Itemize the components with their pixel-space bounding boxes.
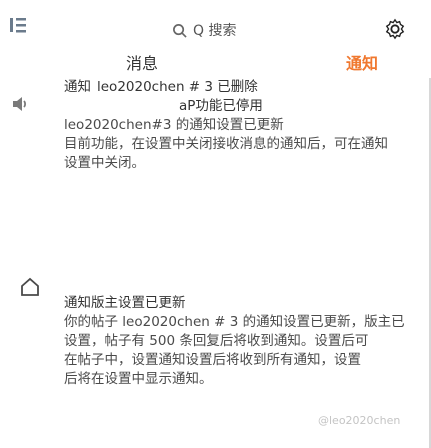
left-sidebar bbox=[0, 0, 58, 448]
search-icon bbox=[173, 23, 187, 38]
home-icon[interactable] bbox=[20, 276, 40, 298]
notice-title-row: 通知 leo2020chen # 3 已删除 bbox=[64, 78, 424, 97]
notice-item[interactable]: 通知版主设置已更新 你的帖子 leo2020chen # 3 的通知设置已更新，… bbox=[64, 294, 424, 389]
menu-icon[interactable] bbox=[8, 15, 28, 35]
tab-mentions[interactable]: 通知 bbox=[346, 50, 378, 74]
notice-tag: 通知 bbox=[64, 79, 91, 95]
search-label: Q 搜索 bbox=[193, 23, 237, 39]
gear-icon[interactable] bbox=[384, 18, 406, 40]
notice-body-line: 设置中关闭。 bbox=[64, 155, 145, 171]
app-window: Q 搜索 消息 通知 通知 leo2020chen # 3 已删除 aP功能已停… bbox=[0, 0, 431, 448]
notice-item[interactable]: 通知 leo2020chen # 3 已删除 aP功能已停用 leo2020ch… bbox=[64, 78, 424, 173]
notice-body-line: 目前功能，在设置中关闭接收消息的通知后，可在通知 bbox=[64, 136, 388, 152]
notice-subtitle: aP功能已停用 bbox=[179, 98, 263, 114]
menu-icon-svg bbox=[10, 18, 26, 33]
watermark: @leo2020chen bbox=[318, 414, 401, 427]
notice-tag: 通知版主设置已更新 bbox=[64, 295, 186, 311]
search-bar[interactable]: Q 搜索 bbox=[172, 20, 236, 40]
notice-body-line: leo2020chen#3 的通知设置已更新 bbox=[64, 117, 284, 133]
notice-body: 你的帖子 leo2020chen # 3 的通知设置已更新，版主已 设置，帖子有… bbox=[64, 313, 424, 389]
tab-notifications[interactable]: 消息 bbox=[126, 50, 158, 74]
notice-body-line: 设置，帖子有 500 条回复后将收到通知。设置后可 bbox=[64, 333, 369, 349]
notice-body-line: 你的帖子 leo2020chen # 3 的通知设置已更新，版主已 bbox=[64, 314, 405, 330]
tab-bar: 消息 通知 bbox=[58, 40, 431, 80]
notice-title-row: 通知版主设置已更新 bbox=[64, 294, 424, 313]
notice-title: leo2020chen # 3 已删除 bbox=[97, 79, 258, 95]
notice-body-line: 后将在设置中显示通知。 bbox=[64, 371, 213, 387]
speaker-icon[interactable] bbox=[10, 94, 30, 114]
notification-content: 通知 leo2020chen # 3 已删除 aP功能已停用 leo2020ch… bbox=[58, 78, 431, 448]
notice-body-line: 在帖子中，设置通知设置后将收到所有通知，设置 bbox=[64, 352, 361, 368]
notice-body: leo2020chen#3 的通知设置已更新 目前功能，在设置中关闭接收消息的通… bbox=[64, 116, 424, 173]
